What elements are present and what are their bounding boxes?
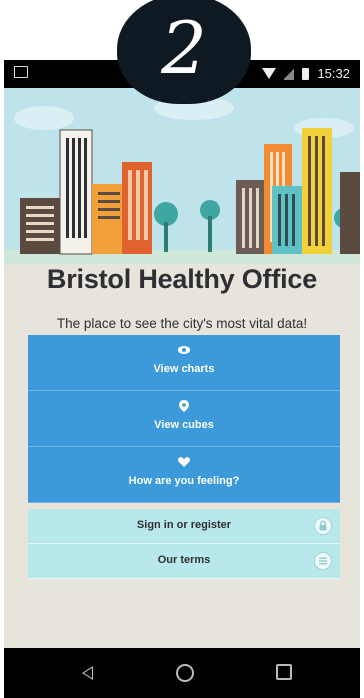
android-nav-bar [4, 648, 360, 698]
status-time: 15:32 [317, 66, 350, 81]
wifi-icon [262, 68, 277, 79]
lock-icon [314, 517, 332, 535]
app-screen: Bristol Healthy Office The place to see … [4, 88, 360, 648]
our-terms-button[interactable]: Our terms [28, 544, 340, 579]
back-icon-inner [84, 668, 92, 678]
how-are-you-feeling-button[interactable]: How are you feeling? [28, 447, 340, 503]
battery-icon [302, 67, 310, 80]
home-icon[interactable] [176, 664, 194, 682]
our-terms-label: Our terms [157, 554, 211, 566]
sign-in-register-button[interactable]: Sign in or register [28, 509, 340, 544]
app-subtitle: The place to see the city's most vital d… [56, 316, 308, 331]
eye-icon [178, 346, 190, 354]
step-number: 2 [161, 6, 207, 90]
signal-icon [284, 67, 295, 80]
heart-icon [177, 457, 191, 467]
document-icon [314, 552, 332, 570]
view-charts-button[interactable]: View charts [28, 335, 340, 391]
map-pin-icon [179, 400, 189, 412]
city-skyline-illustration [4, 88, 360, 264]
view-charts-label: View charts [153, 363, 215, 375]
sign-in-label: Sign in or register [136, 519, 232, 531]
how-are-you-feeling-label: How are you feeling? [128, 475, 240, 487]
view-cubes-label: View cubes [154, 419, 214, 431]
recent-apps-icon[interactable] [276, 664, 292, 680]
step-number-badge: 2 [117, 0, 251, 104]
app-title: Bristol Healthy Office [46, 264, 318, 294]
view-cubes-button[interactable]: View cubes [28, 391, 340, 447]
screenshot-notification-icon [14, 66, 28, 78]
